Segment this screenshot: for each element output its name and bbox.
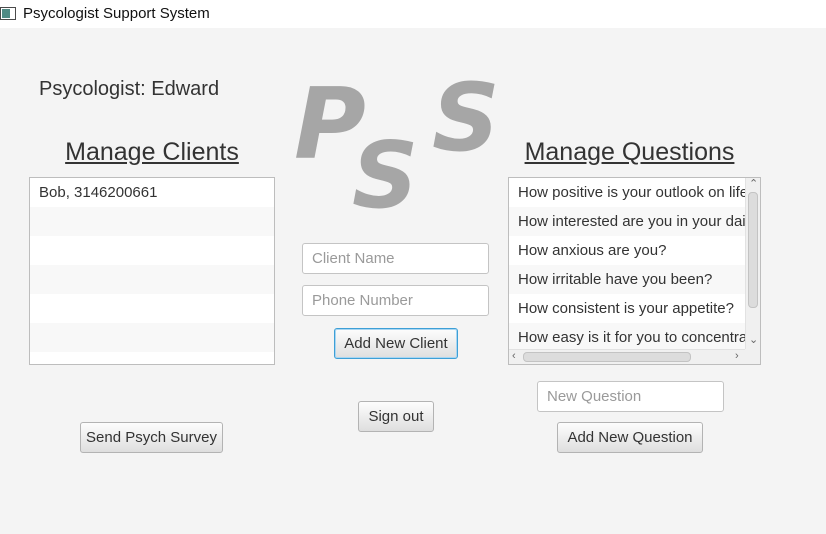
question-list-item[interactable]: How consistent is your appetite? xyxy=(509,294,746,323)
manage-clients-title: Manage Clients xyxy=(65,138,239,166)
sign-out-button[interactable]: Sign out xyxy=(358,401,434,432)
scroll-left-arrow-icon[interactable]: ‹ xyxy=(512,351,516,362)
scroll-down-arrow-icon[interactable]: ⌄ xyxy=(749,335,758,346)
vertical-scroll-thumb[interactable] xyxy=(748,192,758,308)
window-title: Psycologist Support System xyxy=(23,5,210,22)
question-list-item[interactable]: How easy is it for you to concentrate? xyxy=(509,323,746,349)
manage-questions-title: Manage Questions xyxy=(524,138,735,166)
client-list[interactable]: Bob, 3146200661 xyxy=(29,177,275,365)
client-list-empty-row xyxy=(30,323,274,352)
send-psych-survey-button[interactable]: Send Psych Survey xyxy=(80,422,223,453)
client-name-input[interactable] xyxy=(302,243,489,274)
client-list-empty-row xyxy=(30,207,274,236)
new-question-input[interactable] xyxy=(537,381,724,412)
add-new-client-button[interactable]: Add New Client xyxy=(334,328,458,359)
phone-number-input[interactable] xyxy=(302,285,489,316)
question-list-item[interactable]: How irritable have you been? xyxy=(509,265,746,294)
client-list-empty-row xyxy=(30,265,274,294)
question-list-item[interactable]: How anxious are you? xyxy=(509,236,746,265)
client-list-empty-row xyxy=(30,294,274,323)
question-list-horizontal-scrollbar[interactable]: ‹ › xyxy=(509,349,746,364)
client-list-empty-row xyxy=(30,236,274,265)
psychologist-label: Psycologist: Edward xyxy=(39,78,220,100)
logo-letter-s2: S xyxy=(432,64,500,173)
scroll-right-arrow-icon[interactable]: › xyxy=(735,351,739,362)
question-list-vertical-scrollbar[interactable]: ⌃ ⌄ xyxy=(745,178,760,349)
question-list-item[interactable]: How interested are you in your daily act… xyxy=(509,207,746,236)
add-new-question-button[interactable]: Add New Question xyxy=(557,422,703,453)
logo-letter-s1: S xyxy=(352,122,419,229)
window-title-bar: Psycologist Support System xyxy=(0,0,826,28)
app-window-icon xyxy=(0,7,16,20)
horizontal-scroll-thumb[interactable] xyxy=(523,352,691,362)
client-list-empty-row xyxy=(30,352,274,364)
client-list-item[interactable]: Bob, 3146200661 xyxy=(30,178,274,207)
scroll-up-arrow-icon[interactable]: ⌃ xyxy=(749,179,758,190)
question-list-viewport: How positive is your outlook on life? Ho… xyxy=(509,178,746,349)
question-list-item[interactable]: How positive is your outlook on life? xyxy=(509,178,746,207)
scrollbar-corner xyxy=(745,349,760,364)
question-list[interactable]: How positive is your outlook on life? Ho… xyxy=(508,177,761,365)
